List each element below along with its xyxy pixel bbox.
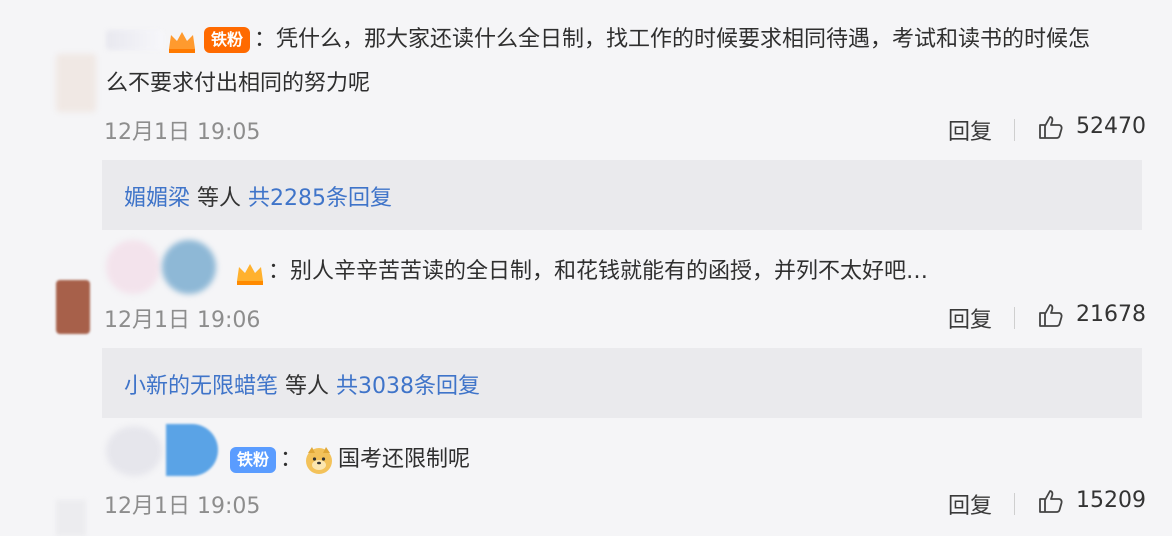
timestamp: 12月1日 19:05: [104, 494, 261, 519]
reply-count-link[interactable]: 共2285条回复: [248, 186, 392, 211]
avatar[interactable]: [56, 280, 90, 334]
divider: [1014, 119, 1015, 141]
fan-badge: 铁粉: [230, 447, 277, 473]
thumbs-up-icon[interactable]: [1036, 301, 1064, 329]
comment-text-line1: 国考还限制呢: [338, 447, 471, 472]
comment-meta: 12月1日 19:05 回复 52470: [104, 113, 1146, 148]
comment-body: 铁粉：国考还限制呢: [226, 438, 470, 482]
comment-text-line1: ：凭什么，那大家还读什么全日制，找工作的时候要求相同待遇，考试和读书的时候怎: [254, 27, 1091, 52]
comment-body: 铁粉 ：凭什么，那大家还读什么全日制，找工作的时候要求相同待遇，考试和读书的时候怎: [106, 18, 1090, 62]
like-count: 15209: [1076, 488, 1146, 513]
comment-meta: 12月1日 19:05 回复 15209: [104, 487, 1146, 522]
username-blurred[interactable]: [162, 240, 216, 294]
username-blurred[interactable]: [106, 30, 164, 50]
comment-body: ：别人辛辛苦苦读的全日制，和花钱就能有的函授，并列不太好吧…: [232, 250, 928, 294]
comment-text-line1: ：别人辛辛苦苦读的全日制，和花钱就能有的函授，并列不太好吧…: [268, 259, 929, 284]
reply-button[interactable]: 回复: [948, 114, 992, 146]
timestamp: 12月1日 19:05: [104, 120, 261, 145]
username-blurred[interactable]: [106, 426, 162, 476]
divider: [1014, 493, 1015, 515]
thumbs-up-icon[interactable]: [1036, 113, 1064, 141]
fan-badge: 铁粉: [204, 27, 251, 53]
comment-meta: 12月1日 19:06 回复 21678: [104, 301, 1146, 336]
comment-body-line2: 么不要求付出相同的努力呢: [106, 71, 371, 96]
username-blurred[interactable]: [106, 240, 160, 294]
dog-emoji-icon: [306, 447, 333, 474]
reply-user-link[interactable]: 小新的无限蜡笔: [124, 374, 278, 399]
crown-icon: [234, 259, 266, 285]
reply-summary-box[interactable]: 小新的无限蜡笔 等人 共3038条回复: [102, 348, 1142, 418]
like-count: 21678: [1076, 302, 1146, 327]
divider: [1014, 307, 1015, 329]
avatar[interactable]: [56, 54, 96, 112]
reply-button[interactable]: 回复: [948, 488, 992, 520]
avatar[interactable]: [56, 500, 86, 536]
reply-user-link[interactable]: 媚媚梁: [124, 186, 190, 211]
timestamp: 12月1日 19:06: [104, 308, 261, 333]
reply-button[interactable]: 回复: [948, 302, 992, 334]
crown-icon: [166, 27, 198, 53]
thumbs-up-icon[interactable]: [1036, 487, 1064, 515]
like-count: 52470: [1076, 114, 1146, 139]
reply-count-link[interactable]: 共3038条回复: [336, 374, 480, 399]
reply-summary-box[interactable]: 媚媚梁 等人 共2285条回复: [102, 160, 1142, 230]
username-blurred[interactable]: [166, 424, 218, 476]
